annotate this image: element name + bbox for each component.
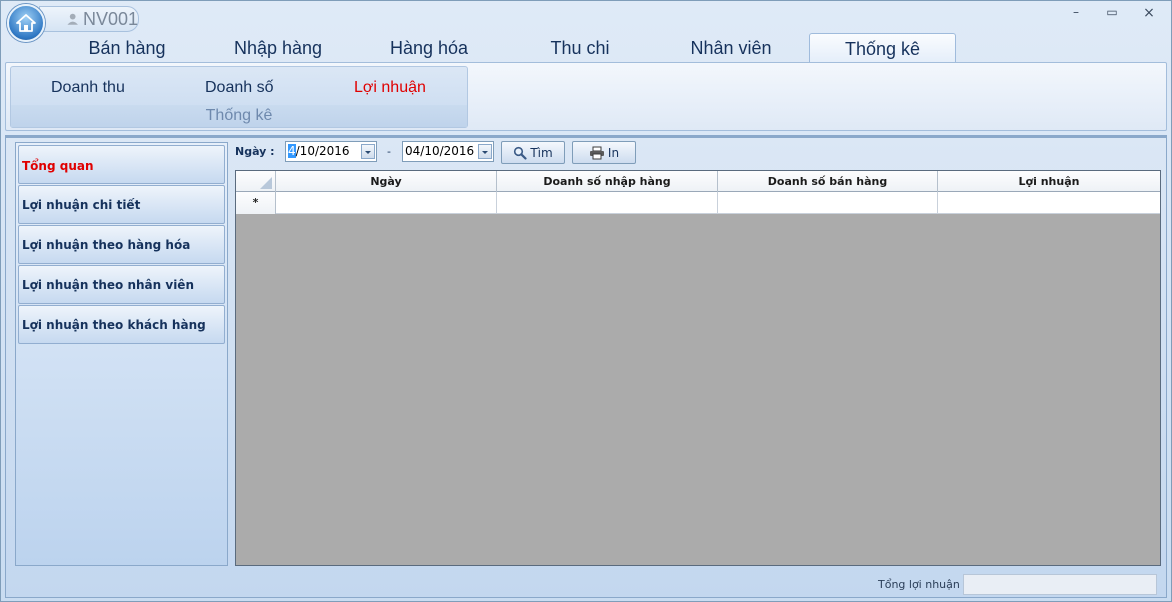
date-label: Ngày :: [235, 145, 275, 158]
title-bar: NV001 – ▭ ×: [1, 1, 1171, 42]
minimize-button[interactable]: –: [1061, 5, 1091, 23]
search-icon: [514, 146, 527, 160]
tab-ban-hang[interactable]: Bán hàng: [51, 33, 203, 63]
maximize-button[interactable]: ▭: [1097, 5, 1127, 23]
to-date-value: 04/10/2016: [405, 144, 475, 158]
ribbon-group-thong-ke: Doanh thu Doanh số Lợi nhuận Thống kê: [10, 66, 468, 128]
doanh-thu-button[interactable]: Doanh thu: [51, 79, 125, 97]
grid-select-all-corner[interactable]: [236, 171, 276, 192]
ribbon-tabs: Bán hàng Nhập hàng Hàng hóa Thu chi Nhân…: [1, 33, 1171, 63]
app-window: NV001 – ▭ × Bán hàng Nhập hàng Hàng hóa …: [0, 0, 1172, 602]
quick-access-toolbar: NV001: [39, 6, 139, 32]
to-date-dropdown[interactable]: [478, 144, 492, 159]
total-profit-label: Tổng lợi nhuận: [878, 578, 960, 591]
tab-nhap-hang[interactable]: Nhập hàng: [202, 33, 354, 63]
from-date-dropdown[interactable]: [361, 144, 375, 159]
tab-thong-ke[interactable]: Thống kê: [809, 33, 956, 63]
loi-nhuan-button[interactable]: Lợi nhuận: [354, 79, 426, 97]
profit-data-grid[interactable]: Ngày Doanh số nhập hàng Doanh số bán hàn…: [235, 170, 1161, 566]
user-icon: [66, 13, 78, 25]
grid-cell[interactable]: [497, 192, 718, 214]
table-row[interactable]: *: [236, 192, 1160, 214]
total-profit-field: [963, 574, 1157, 595]
from-date-picker[interactable]: 4/10/2016: [285, 141, 377, 162]
to-date-picker[interactable]: 04/10/2016: [402, 141, 494, 162]
column-header-doanh-so-nhap-hang[interactable]: Doanh số nhập hàng: [497, 171, 718, 192]
new-row-marker: *: [236, 192, 276, 214]
column-header-doanh-so-ban-hang[interactable]: Doanh số bán hàng: [718, 171, 938, 192]
print-button[interactable]: In: [572, 141, 636, 164]
doanh-so-button[interactable]: Doanh số: [205, 79, 274, 97]
nav-loi-nhuan-chi-tiet[interactable]: Lợi nhuận chi tiết: [18, 185, 225, 224]
date-separator: -: [387, 145, 391, 158]
nav-loi-nhuan-theo-hang-hoa[interactable]: Lợi nhuận theo hàng hóa: [18, 225, 225, 264]
grid-cell[interactable]: [276, 192, 497, 214]
print-button-label: In: [607, 145, 620, 160]
tab-hang-hoa[interactable]: Hàng hóa: [353, 33, 505, 63]
printer-icon: [589, 146, 604, 159]
column-header-ngay[interactable]: Ngày: [276, 171, 497, 192]
home-icon: [16, 14, 36, 32]
from-date-rest: /10/2016: [295, 144, 350, 158]
column-header-loi-nhuan[interactable]: Lợi nhuận: [938, 171, 1160, 192]
from-date-selected: 4: [288, 144, 296, 158]
search-button-label: Tìm: [530, 145, 553, 160]
user-name: NV001: [82, 8, 138, 29]
main-content: Tổng quan Lợi nhuận chi tiết Lợi nhuận t…: [5, 135, 1167, 598]
ribbon-group-label: Thống kê: [11, 105, 467, 127]
grid-header-row: Ngày Doanh số nhập hàng Doanh số bán hàn…: [236, 171, 1160, 192]
left-nav-panel: Tổng quan Lợi nhuận chi tiết Lợi nhuận t…: [15, 142, 228, 566]
grid-cell[interactable]: [938, 192, 1160, 214]
app-menu-button[interactable]: [7, 4, 45, 42]
ribbon-panel: Doanh thu Doanh số Lợi nhuận Thống kê: [5, 62, 1167, 131]
close-button[interactable]: ×: [1134, 5, 1164, 23]
grid-cell[interactable]: [718, 192, 938, 214]
tab-nhan-vien[interactable]: Nhân viên: [655, 33, 807, 63]
nav-tong-quan[interactable]: Tổng quan: [18, 145, 225, 184]
nav-loi-nhuan-theo-nhan-vien[interactable]: Lợi nhuận theo nhân viên: [18, 265, 225, 304]
tab-thu-chi[interactable]: Thu chi: [504, 33, 656, 63]
search-button[interactable]: Tìm: [501, 141, 565, 164]
nav-loi-nhuan-theo-khach-hang[interactable]: Lợi nhuận theo khách hàng: [18, 305, 225, 344]
